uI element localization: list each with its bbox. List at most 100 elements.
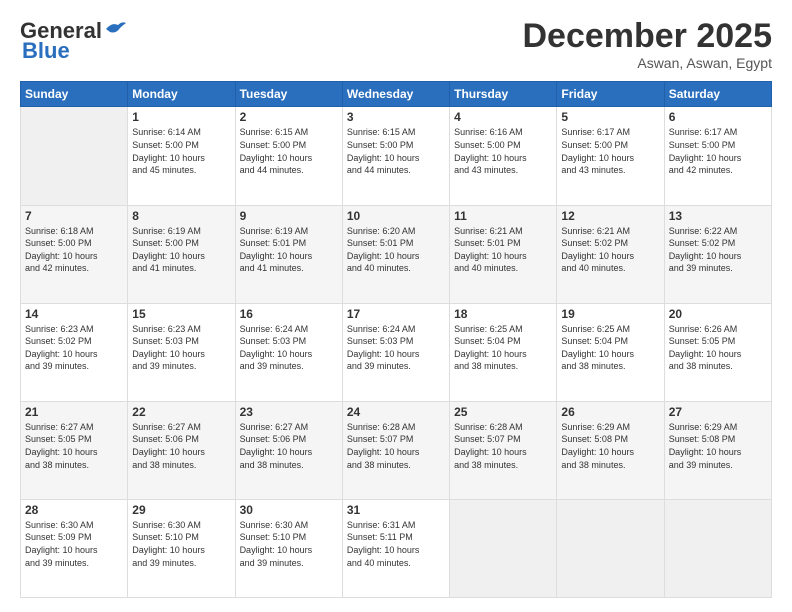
- calendar-cell: 7Sunrise: 6:18 AM Sunset: 5:00 PM Daylig…: [21, 205, 128, 303]
- logo-blue: Blue: [22, 38, 70, 64]
- day-number: 17: [347, 307, 445, 321]
- week-row-2: 7Sunrise: 6:18 AM Sunset: 5:00 PM Daylig…: [21, 205, 772, 303]
- day-info: Sunrise: 6:27 AM Sunset: 5:05 PM Dayligh…: [25, 421, 123, 471]
- day-info: Sunrise: 6:22 AM Sunset: 5:02 PM Dayligh…: [669, 225, 767, 275]
- day-number: 28: [25, 503, 123, 517]
- calendar-cell: 20Sunrise: 6:26 AM Sunset: 5:05 PM Dayli…: [664, 303, 771, 401]
- day-info: Sunrise: 6:30 AM Sunset: 5:10 PM Dayligh…: [132, 519, 230, 569]
- calendar-cell: 22 Sunrise: 6:27 AM Sunset: 5:06 PM Dayli…: [128, 401, 235, 499]
- day-info: Sunrise: 6:28 AM Sunset: 5:07 PM Dayligh…: [454, 421, 552, 471]
- week-row-5: 28 Sunrise: 6:30 AM Sunset: 5:09 PM Dayli…: [21, 499, 772, 597]
- day-number: 27: [669, 405, 767, 419]
- header-row: SundayMondayTuesdayWednesdayThursdayFrid…: [21, 82, 772, 107]
- calendar-cell: 4Sunrise: 6:16 AM Sunset: 5:00 PM Daylig…: [450, 107, 557, 205]
- calendar-cell: 12Sunrise: 6:21 AM Sunset: 5:02 PM Dayli…: [557, 205, 664, 303]
- day-info: Sunrise: 6:20 AM Sunset: 5:01 PM Dayligh…: [347, 225, 445, 275]
- day-info: Sunrise: 6:29 AM Sunset: 5:08 PM Dayligh…: [669, 421, 767, 471]
- day-number: 19: [561, 307, 659, 321]
- day-info: Sunrise: 6:24 AM Sunset: 5:03 PM Dayligh…: [347, 323, 445, 373]
- calendar-cell: 14 Sunrise: 6:23 AM Sunset: 5:02 PM Dayli…: [21, 303, 128, 401]
- calendar-cell: 30 Sunrise: 6:30 AM Sunset: 5:10 PM Dayli…: [235, 499, 342, 597]
- day-number: 25: [454, 405, 552, 419]
- calendar-cell: 19 Sunrise: 6:25 AM Sunset: 5:04 PM Dayli…: [557, 303, 664, 401]
- day-number: 2: [240, 110, 338, 124]
- week-row-4: 21 Sunrise: 6:27 AM Sunset: 5:05 PM Dayli…: [21, 401, 772, 499]
- calendar-cell: 28 Sunrise: 6:30 AM Sunset: 5:09 PM Dayli…: [21, 499, 128, 597]
- calendar-cell: 31Sunrise: 6:31 AM Sunset: 5:11 PM Dayli…: [342, 499, 449, 597]
- day-number: 16: [240, 307, 338, 321]
- day-number: 9: [240, 209, 338, 223]
- day-info: Sunrise: 6:21 AM Sunset: 5:01 PM Dayligh…: [454, 225, 552, 275]
- calendar-cell: [664, 499, 771, 597]
- day-info: Sunrise: 6:23 AM Sunset: 5:03 PM Dayligh…: [132, 323, 230, 373]
- calendar-cell: [557, 499, 664, 597]
- calendar-cell: 5Sunrise: 6:17 AM Sunset: 5:00 PM Daylig…: [557, 107, 664, 205]
- day-number: 7: [25, 209, 123, 223]
- day-info: Sunrise: 6:30 AM Sunset: 5:10 PM Dayligh…: [240, 519, 338, 569]
- logo-bird-icon: [104, 20, 126, 38]
- day-info: Sunrise: 6:24 AM Sunset: 5:03 PM Dayligh…: [240, 323, 338, 373]
- day-info: Sunrise: 6:23 AM Sunset: 5:02 PM Dayligh…: [25, 323, 123, 373]
- header: General Blue December 2025 Aswan, Aswan,…: [20, 18, 772, 71]
- day-info: Sunrise: 6:28 AM Sunset: 5:07 PM Dayligh…: [347, 421, 445, 471]
- header-day-saturday: Saturday: [664, 82, 771, 107]
- day-number: 24: [347, 405, 445, 419]
- day-info: Sunrise: 6:26 AM Sunset: 5:05 PM Dayligh…: [669, 323, 767, 373]
- calendar-cell: 27 Sunrise: 6:29 AM Sunset: 5:08 PM Dayli…: [664, 401, 771, 499]
- calendar-cell: 2 Sunrise: 6:15 AM Sunset: 5:00 PM Daylig…: [235, 107, 342, 205]
- day-number: 18: [454, 307, 552, 321]
- day-info: Sunrise: 6:14 AM Sunset: 5:00 PM Dayligh…: [132, 126, 230, 176]
- calendar-cell: 17 Sunrise: 6:24 AM Sunset: 5:03 PM Dayli…: [342, 303, 449, 401]
- calendar-cell: 16 Sunrise: 6:24 AM Sunset: 5:03 PM Dayli…: [235, 303, 342, 401]
- calendar-cell: 11 Sunrise: 6:21 AM Sunset: 5:01 PM Dayli…: [450, 205, 557, 303]
- header-day-tuesday: Tuesday: [235, 82, 342, 107]
- day-number: 11: [454, 209, 552, 223]
- title-block: December 2025 Aswan, Aswan, Egypt: [522, 18, 772, 71]
- header-day-sunday: Sunday: [21, 82, 128, 107]
- calendar-cell: 10Sunrise: 6:20 AM Sunset: 5:01 PM Dayli…: [342, 205, 449, 303]
- day-number: 29: [132, 503, 230, 517]
- day-number: 6: [669, 110, 767, 124]
- calendar-cell: 21 Sunrise: 6:27 AM Sunset: 5:05 PM Dayli…: [21, 401, 128, 499]
- day-number: 12: [561, 209, 659, 223]
- day-number: 13: [669, 209, 767, 223]
- day-info: Sunrise: 6:27 AM Sunset: 5:06 PM Dayligh…: [240, 421, 338, 471]
- day-info: Sunrise: 6:27 AM Sunset: 5:06 PM Dayligh…: [132, 421, 230, 471]
- day-number: 14: [25, 307, 123, 321]
- day-number: 23: [240, 405, 338, 419]
- page: General Blue December 2025 Aswan, Aswan,…: [0, 0, 792, 612]
- day-info: Sunrise: 6:25 AM Sunset: 5:04 PM Dayligh…: [561, 323, 659, 373]
- calendar-cell: 18 Sunrise: 6:25 AM Sunset: 5:04 PM Dayli…: [450, 303, 557, 401]
- calendar-cell: 23 Sunrise: 6:27 AM Sunset: 5:06 PM Dayli…: [235, 401, 342, 499]
- day-info: Sunrise: 6:15 AM Sunset: 5:00 PM Dayligh…: [240, 126, 338, 176]
- calendar-cell: 1 Sunrise: 6:14 AM Sunset: 5:00 PM Daylig…: [128, 107, 235, 205]
- day-number: 26: [561, 405, 659, 419]
- subtitle: Aswan, Aswan, Egypt: [522, 55, 772, 71]
- day-info: Sunrise: 6:30 AM Sunset: 5:09 PM Dayligh…: [25, 519, 123, 569]
- header-day-wednesday: Wednesday: [342, 82, 449, 107]
- calendar-cell: 24 Sunrise: 6:28 AM Sunset: 5:07 PM Dayli…: [342, 401, 449, 499]
- day-number: 4: [454, 110, 552, 124]
- day-info: Sunrise: 6:19 AM Sunset: 5:00 PM Dayligh…: [132, 225, 230, 275]
- calendar-cell: 6Sunrise: 6:17 AM Sunset: 5:00 PM Daylig…: [664, 107, 771, 205]
- logo: General Blue: [20, 18, 126, 64]
- calendar-cell: 8 Sunrise: 6:19 AM Sunset: 5:00 PM Daylig…: [128, 205, 235, 303]
- day-info: Sunrise: 6:15 AM Sunset: 5:00 PM Dayligh…: [347, 126, 445, 176]
- day-number: 8: [132, 209, 230, 223]
- day-number: 5: [561, 110, 659, 124]
- day-number: 3: [347, 110, 445, 124]
- calendar-cell: 15Sunrise: 6:23 AM Sunset: 5:03 PM Dayli…: [128, 303, 235, 401]
- day-info: Sunrise: 6:25 AM Sunset: 5:04 PM Dayligh…: [454, 323, 552, 373]
- week-row-1: 1 Sunrise: 6:14 AM Sunset: 5:00 PM Daylig…: [21, 107, 772, 205]
- week-row-3: 14 Sunrise: 6:23 AM Sunset: 5:02 PM Dayli…: [21, 303, 772, 401]
- day-number: 1: [132, 110, 230, 124]
- day-number: 21: [25, 405, 123, 419]
- day-number: 22: [132, 405, 230, 419]
- calendar-cell: 29 Sunrise: 6:30 AM Sunset: 5:10 PM Dayli…: [128, 499, 235, 597]
- day-number: 30: [240, 503, 338, 517]
- day-number: 31: [347, 503, 445, 517]
- calendar-cell: 25 Sunrise: 6:28 AM Sunset: 5:07 PM Dayli…: [450, 401, 557, 499]
- calendar-cell: [21, 107, 128, 205]
- calendar-cell: 3 Sunrise: 6:15 AM Sunset: 5:00 PM Daylig…: [342, 107, 449, 205]
- calendar-cell: 26Sunrise: 6:29 AM Sunset: 5:08 PM Dayli…: [557, 401, 664, 499]
